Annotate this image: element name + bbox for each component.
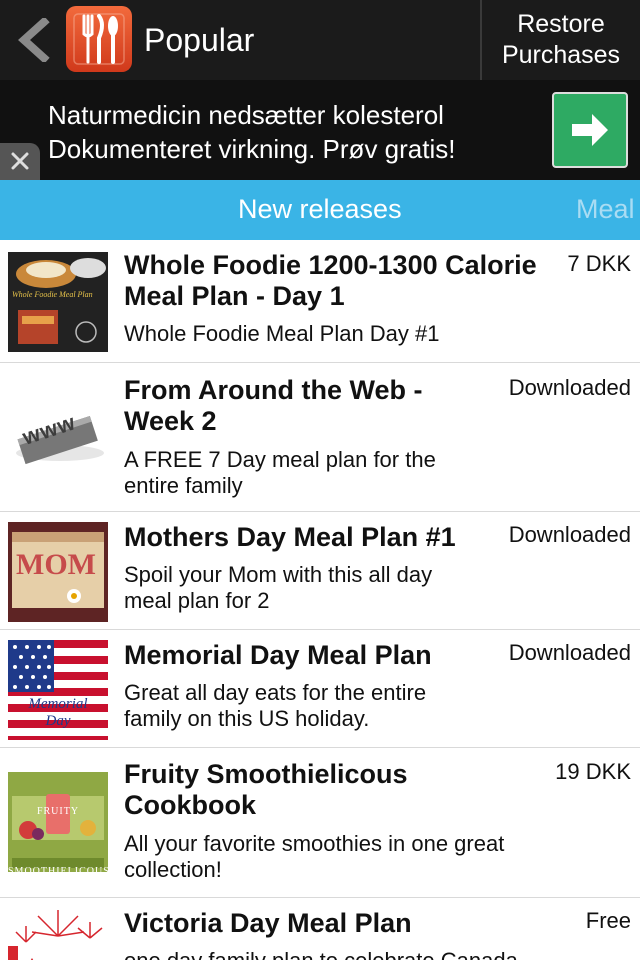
- ad-close-button[interactable]: [0, 143, 40, 180]
- ad-line-1: Naturmedicin nedsætter kolesterol: [48, 100, 444, 130]
- thumbnail-whole-foodie: Whole Foodie Meal Plan: [8, 252, 108, 352]
- item-title[interactable]: Fruity Smoothielicous Cookbook: [124, 759, 494, 821]
- list-item[interactable]: Whole Foodie Meal Plan Whole Foodie 1200…: [0, 240, 640, 363]
- thumbnail-memorial-day: Memorial Day: [8, 640, 108, 740]
- category-tab-bar: New releases Meal: [0, 180, 640, 240]
- tab-new-releases[interactable]: New releases: [238, 192, 402, 226]
- app-logo-icon: [66, 6, 132, 72]
- top-navigation-bar: Popular Restore Purchases: [0, 0, 640, 80]
- list-item[interactable]: Victoria Day Meal Plan one day family pl…: [0, 898, 640, 960]
- item-price[interactable]: Downloaded: [509, 375, 631, 401]
- thumbnail-victoria-day: [8, 908, 108, 960]
- item-title[interactable]: Mothers Day Meal Plan #1: [124, 522, 494, 553]
- item-description: A FREE 7 Day meal plan for the entire fa…: [124, 447, 436, 498]
- item-price[interactable]: Downloaded: [509, 640, 631, 666]
- ad-line-2: Dokumenteret virkning. Prøv gratis!: [48, 134, 456, 164]
- item-description: Spoil your Mom with this all day meal pl…: [124, 562, 433, 613]
- item-description: Great all day eats for the entire family…: [124, 680, 427, 731]
- item-title[interactable]: From Around the Web - Week 2: [124, 375, 494, 437]
- close-icon: [11, 152, 29, 170]
- item-title[interactable]: Whole Foodie 1200-1300 Calorie Meal Plan…: [124, 250, 554, 312]
- tab-meal[interactable]: Meal: [576, 192, 635, 226]
- back-chevron-icon[interactable]: [16, 18, 52, 62]
- thumbnail-caption: MOM: [16, 548, 96, 581]
- item-description: one day family plan to celebrate Canada: [124, 948, 544, 960]
- list-item[interactable]: MOM Mothers Day Meal Plan #1 Spoil your …: [0, 512, 640, 630]
- item-price[interactable]: 7 DKK: [567, 251, 631, 277]
- thumbnail-fruity-smoothielicous: FRUITY SMOOTHIELICOUS: [8, 772, 108, 872]
- ad-go-button[interactable]: [552, 92, 628, 168]
- item-price[interactable]: Free: [586, 908, 631, 934]
- list-item[interactable]: Memorial Day Memorial Day Meal Plan Grea…: [0, 630, 640, 748]
- list-item[interactable]: FRUITY SMOOTHIELICOUS Fruity Smoothielic…: [0, 748, 640, 898]
- item-title[interactable]: Victoria Day Meal Plan: [124, 908, 494, 939]
- thumbnail-caption: Whole Foodie Meal Plan: [12, 290, 93, 299]
- arrow-right-icon: [572, 114, 608, 146]
- item-price[interactable]: Downloaded: [509, 522, 631, 548]
- meal-plan-list: Whole Foodie Meal Plan Whole Foodie 1200…: [0, 240, 640, 960]
- item-title[interactable]: Memorial Day Meal Plan: [124, 640, 494, 671]
- page-title: Popular: [144, 22, 255, 58]
- list-item[interactable]: www From Around the Web - Week 2 A FREE …: [0, 363, 640, 512]
- restore-purchases-button[interactable]: Restore Purchases: [480, 0, 640, 80]
- thumbnail-www: www: [8, 387, 108, 487]
- ad-text: Naturmedicin nedsætter kolesterol Dokume…: [48, 98, 455, 166]
- thumbnail-caption: Memorial Day: [28, 696, 88, 729]
- item-description: All your favorite smoothies in one great…: [124, 831, 505, 882]
- item-price[interactable]: 19 DKK: [555, 759, 631, 785]
- thumbnail-mom: MOM: [8, 522, 108, 622]
- ad-banner[interactable]: Naturmedicin nedsætter kolesterol Dokume…: [0, 80, 640, 180]
- thumbnail-caption: FRUITY SMOOTHIELICOUS: [8, 806, 108, 872]
- item-description: Whole Foodie Meal Plan Day #1: [124, 321, 440, 346]
